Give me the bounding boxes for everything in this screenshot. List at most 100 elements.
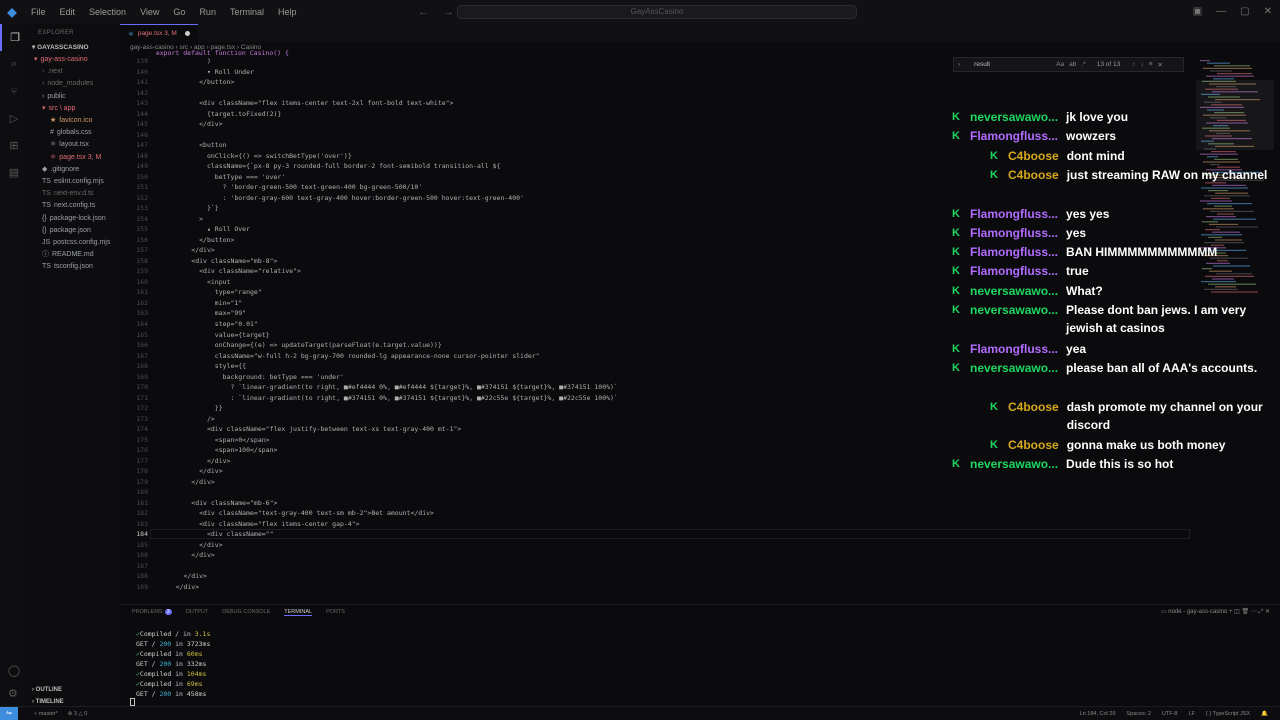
terminal-name[interactable]: node - gay-ass-casino <box>1168 609 1227 615</box>
previous-match-icon[interactable]: ↑ <box>1132 61 1135 68</box>
maximize-panel-icon[interactable]: ⤢ <box>1258 609 1263 615</box>
regex-icon[interactable]: .* <box>1081 61 1085 68</box>
breadcrumb[interactable]: gay-ass-casino › src › app › page.tsx › … <box>120 42 1280 54</box>
chat-username[interactable]: neversawawo... <box>970 282 1058 300</box>
chat-username[interactable]: neversawawo... <box>970 359 1058 377</box>
file-tree-item[interactable]: ▾ gay-ass-casino <box>28 54 120 66</box>
more-actions-icon[interactable]: ⋯ <box>1251 609 1257 615</box>
chat-username[interactable]: neversawawo... <box>970 108 1058 126</box>
file-tree-item[interactable]: {} package-lock.json <box>28 213 120 225</box>
chat-username[interactable]: Flamongfluss... <box>970 224 1058 242</box>
source-control-icon[interactable]: ⑂ <box>0 78 28 105</box>
file-tree-item[interactable]: {} package.json <box>28 225 120 237</box>
file-tree-item[interactable]: ⓘ README.md <box>28 249 120 261</box>
tab-debug-console[interactable]: DEBUG CONSOLE <box>222 609 270 615</box>
line-number: 172 <box>136 404 148 413</box>
title-bar: ◆ File Edit Selection View Go Run Termin… <box>0 0 1280 24</box>
menu-file[interactable]: File <box>24 0 53 24</box>
line-ending[interactable]: LF <box>1188 711 1194 717</box>
chat-username[interactable]: C4boose <box>1008 398 1059 434</box>
notifications-bell-icon[interactable]: 🔔 <box>1261 711 1268 717</box>
match-case-icon[interactable]: Aa <box>1056 61 1064 68</box>
explorer-icon[interactable]: ❐ <box>0 24 28 51</box>
tab-ports[interactable]: PORTS <box>326 609 345 615</box>
unsaved-dot-icon[interactable] <box>184 31 190 36</box>
minimap-line <box>1214 65 1250 67</box>
file-tree-item[interactable]: # globals.css <box>28 127 120 139</box>
remote-indicator-icon[interactable]: ⇋ <box>0 706 18 720</box>
file-tree-item[interactable]: › node_modules <box>28 78 120 90</box>
tab-output[interactable]: OUTPUT <box>186 609 209 615</box>
tab-problems[interactable]: PROBLEMS 3 <box>132 609 172 615</box>
menu-terminal[interactable]: Terminal <box>223 0 271 24</box>
cursor-position[interactable]: Ln 184, Col 29 <box>1080 711 1116 717</box>
close-panel-icon[interactable]: ✕ <box>1265 609 1270 615</box>
new-terminal-icon[interactable]: + <box>1229 609 1233 615</box>
file-tree-item[interactable]: JS postcss.config.mjs <box>28 237 120 249</box>
file-tree-item[interactable]: › .next <box>28 66 120 78</box>
menu-run[interactable]: Run <box>192 0 223 24</box>
outline-section[interactable]: › OUTLINE <box>28 684 120 696</box>
file-tree-item[interactable]: ★ favicon.ico <box>28 115 120 127</box>
settings-gear-icon[interactable]: ⚙ <box>8 687 20 700</box>
problems-indicator[interactable]: ⊗ 3 △ 0 <box>68 711 88 717</box>
project-root[interactable]: ▾ GAYASSCASINO <box>28 42 120 54</box>
file-tree-item[interactable]: TS next.config.ts <box>28 200 120 212</box>
menu-selection[interactable]: Selection <box>82 0 133 24</box>
minimize-icon[interactable]: — <box>1216 0 1226 24</box>
file-tree-item[interactable]: ◆ .gitignore <box>28 164 120 176</box>
expand-replace-icon[interactable]: › <box>958 61 960 68</box>
run-debug-icon[interactable]: ▷ <box>0 105 28 132</box>
line-number: 184 <box>136 530 148 539</box>
file-tree-item[interactable]: TS next-env.d.ts <box>28 188 120 200</box>
find-in-selection-icon[interactable]: ≡ <box>1149 61 1153 68</box>
close-find-icon[interactable]: ✕ <box>1158 61 1163 69</box>
whole-word-icon[interactable]: ab <box>1069 61 1076 68</box>
terminal-output[interactable]: ✓Compiled / in 3.1s GET / 200 in 3723ms ✓C… <box>136 629 210 699</box>
menu-go[interactable]: Go <box>166 0 192 24</box>
file-tree-item[interactable]: ⚛ layout.tsx <box>28 139 120 151</box>
chat-username[interactable]: C4boose <box>1008 436 1059 454</box>
indentation[interactable]: Spaces: 2 <box>1126 711 1150 717</box>
tab-page-tsx[interactable]: ⚛ page.tsx 3, M <box>120 24 198 42</box>
chat-username[interactable]: Flamongfluss... <box>970 243 1058 261</box>
line-number: 140 <box>136 67 148 76</box>
chat-username[interactable]: Flamongfluss... <box>970 262 1058 280</box>
chat-username[interactable]: C4boose <box>1008 166 1059 184</box>
chat-username[interactable]: Flamongfluss... <box>970 127 1058 145</box>
chat-text: true <box>1066 264 1089 279</box>
back-arrow-icon[interactable]: ← <box>418 6 443 18</box>
extensions-icon[interactable]: ⊞ <box>0 132 28 159</box>
maximize-icon[interactable]: ▢ <box>1240 0 1249 24</box>
layout-icon[interactable]: ▣ <box>1193 0 1202 24</box>
tab-terminal[interactable]: TERMINAL <box>284 609 313 616</box>
next-match-icon[interactable]: ↓ <box>1140 61 1143 68</box>
find-input[interactable]: result <box>974 61 1056 68</box>
outline-label: OUTLINE <box>35 687 63 693</box>
chat-username[interactable]: Flamongfluss... <box>970 340 1058 358</box>
chat-username[interactable]: C4boose <box>1008 147 1059 165</box>
search-icon[interactable]: ⌕ <box>0 51 28 78</box>
command-center[interactable]: GayAssCasino <box>457 5 857 19</box>
split-terminal-icon[interactable]: ◫ <box>1234 609 1240 615</box>
menu-edit[interactable]: Edit <box>53 0 83 24</box>
file-tree-item[interactable]: ▾ src \ app <box>28 103 120 115</box>
branch-indicator[interactable]: ⑂ master* <box>34 711 58 717</box>
account-icon[interactable]: ◯ <box>8 664 20 677</box>
menu-view[interactable]: View <box>133 0 166 24</box>
chat-username[interactable]: neversawawo... <box>970 455 1058 473</box>
encoding[interactable]: UTF-8 <box>1162 711 1178 717</box>
file-tree-item[interactable]: TS eslint.config.mjs <box>28 176 120 188</box>
menu-help[interactable]: Help <box>271 0 304 24</box>
file-tree-item[interactable]: TS tsconfig.json <box>28 261 120 273</box>
close-icon[interactable]: ✕ <box>1264 0 1272 24</box>
kill-terminal-icon[interactable]: 🗑 <box>1242 609 1250 615</box>
file-tree-item[interactable]: › public <box>28 91 120 103</box>
chat-username[interactable]: Flamongfluss... <box>970 205 1058 223</box>
language-mode[interactable]: { } TypeScript JSX <box>1206 711 1250 717</box>
file-tree-item[interactable]: ⚛ page.tsx 3, M <box>28 152 120 164</box>
chat-username[interactable]: neversawawo... <box>970 301 1058 337</box>
line-number: 154 <box>136 214 148 223</box>
chat-text: wowzers <box>1066 129 1117 144</box>
remote-explorer-icon[interactable]: ▤ <box>0 159 28 186</box>
